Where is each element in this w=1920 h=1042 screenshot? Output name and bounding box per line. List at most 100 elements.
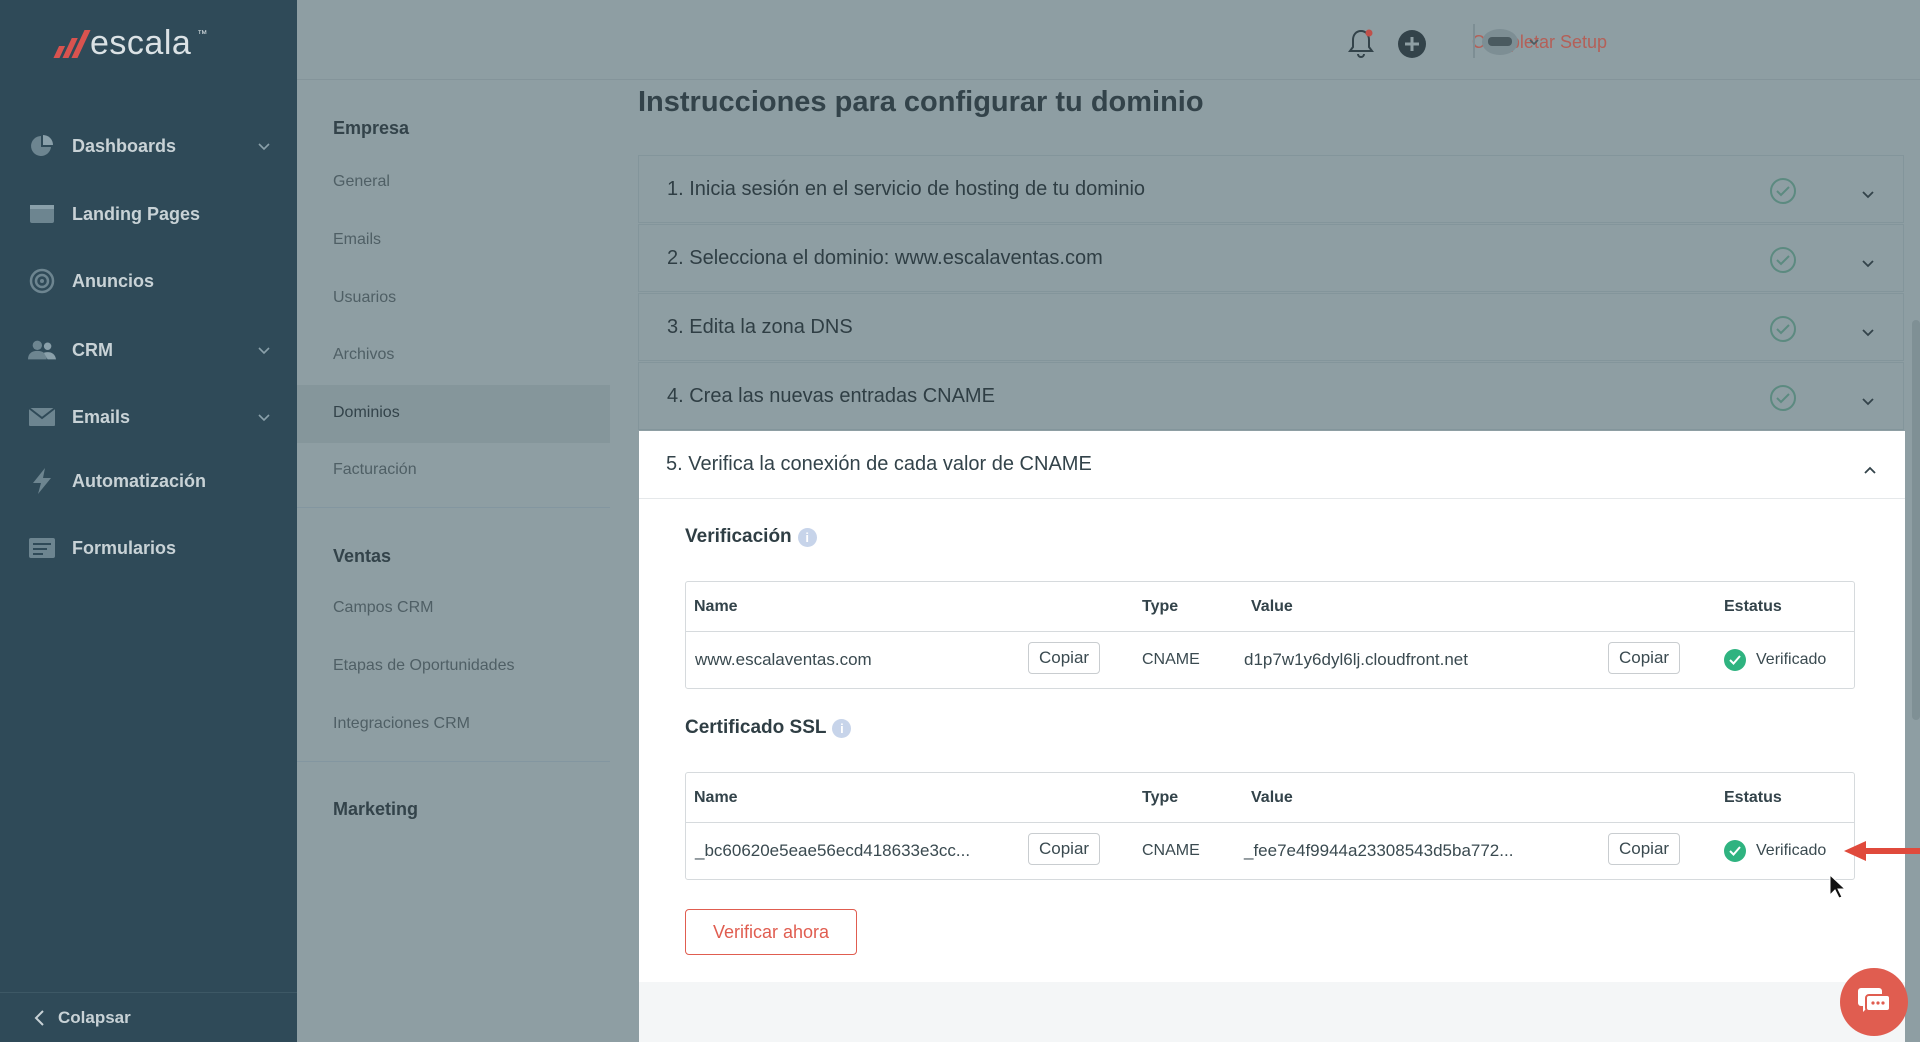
check-circle-icon — [1769, 315, 1797, 349]
subnav-heading-empresa: Empresa — [333, 118, 410, 138]
panel-footer — [639, 982, 1905, 1042]
check-circle-icon — [1724, 649, 1746, 671]
info-icon[interactable]: i — [797, 527, 817, 547]
subnav-item-archivos[interactable]: Archivos — [333, 346, 394, 364]
logo-trademark: ™ — [197, 29, 208, 40]
table-header: Name Type Value Estatus — [686, 773, 1854, 823]
sidebar-item-crm[interactable]: CRM — [0, 325, 297, 375]
mouse-cursor-icon — [1829, 874, 1845, 899]
subnav-divider — [297, 761, 610, 762]
section-title-text: Verificación — [685, 526, 792, 547]
chevron-down-icon — [257, 408, 271, 429]
chat-button[interactable] — [1840, 968, 1908, 1036]
sidebar-item-landing-pages[interactable]: Landing Pages — [0, 189, 297, 239]
sidebar-item-label: Formularios — [72, 537, 177, 558]
record-type: CNAME — [1142, 651, 1200, 668]
col-type: Type — [1142, 788, 1179, 806]
copy-name-button[interactable]: Copiar — [1028, 642, 1101, 674]
sidebar-item-label: Dashboards — [72, 135, 177, 156]
copy-value-button[interactable]: Copiar — [1608, 833, 1681, 865]
record-value: _fee7e4f9944a23308543d5ba772... — [1244, 841, 1514, 860]
accordion-step-5[interactable]: 5. Verifica la conexión de cada valor de… — [639, 431, 1905, 499]
chevron-down-icon — [1529, 39, 1539, 46]
sidebar-item-label: Landing Pages — [72, 203, 201, 224]
sidebar-item-formularios[interactable]: Formularios — [0, 523, 297, 573]
info-icon[interactable]: i — [832, 718, 852, 738]
landing-page-icon — [28, 202, 56, 226]
sidebar-item-label: Anuncios — [72, 270, 155, 291]
logo-wordmark: escala — [90, 24, 192, 62]
ssl-section-title: Certificado SSL i — [685, 717, 852, 739]
verify-now-button[interactable]: Verificar ahora — [685, 909, 857, 955]
sidebar-item-dashboards[interactable]: Dashboards — [0, 121, 297, 171]
escala-logo[interactable]: escala ™ — [53, 24, 208, 63]
step-label: 1. Inicia sesión en el servicio de hosti… — [667, 177, 1146, 200]
col-status: Estatus — [1724, 788, 1782, 806]
notification-bell-icon[interactable] — [1346, 28, 1376, 65]
chevron-down-icon — [1861, 184, 1875, 207]
users-icon — [28, 338, 56, 362]
subnav-item-campos-crm[interactable]: Campos CRM — [333, 599, 433, 617]
check-circle-icon — [1724, 840, 1746, 862]
record-name: www.escalaventas.com — [695, 650, 872, 669]
chevron-down-icon — [257, 137, 271, 158]
accordion-step-5-panel: 5. Verifica la conexión de cada valor de… — [639, 431, 1905, 1042]
accordion-step-3[interactable]: 3. Edita la zona DNS — [638, 293, 1904, 361]
chevron-left-icon — [34, 1009, 44, 1026]
subnav-item-dominios[interactable]: Dominios — [297, 385, 610, 443]
record-name: _bc60620e5eae56ecd418633e3cc... — [695, 841, 971, 860]
subnav-heading-ventas: Ventas — [333, 546, 392, 566]
page-title: Instrucciones para configurar tu dominio — [638, 86, 1204, 118]
subnav-item-usuarios[interactable]: Usuarios — [333, 289, 396, 307]
sidebar-item-emails[interactable]: Emails — [0, 392, 297, 442]
status-text: Verificado — [1756, 651, 1827, 668]
col-type: Type — [1142, 597, 1179, 615]
sidebar: escala ™ Dashboards Landing Pages Anunci… — [0, 0, 297, 1042]
subnav-item-general[interactable]: General — [333, 173, 390, 191]
copy-name-button[interactable]: Copiar — [1028, 833, 1101, 865]
subnav-item-facturacion[interactable]: Facturación — [333, 461, 417, 479]
step-label: 5. Verifica la conexión de cada valor de… — [666, 453, 1092, 475]
annotation-arrow-icon — [1844, 841, 1920, 861]
col-value: Value — [1251, 597, 1293, 615]
chat-bubble-icon — [1858, 988, 1891, 1012]
pie-chart-icon — [28, 134, 56, 158]
check-circle-icon — [1769, 384, 1797, 418]
table-header: Name Type Value Estatus — [686, 582, 1854, 632]
table-row: _bc60620e5eae56ecd418633e3cc... Copiar C… — [686, 823, 1854, 879]
collapse-sidebar-button[interactable]: Colapsar — [0, 992, 297, 1042]
subnav-item-etapas[interactable]: Etapas de Oportunidades — [333, 657, 514, 675]
user-avatar[interactable] — [1478, 25, 1540, 59]
status-text: Verificado — [1756, 842, 1827, 859]
topbar-divider — [1473, 24, 1475, 58]
logo-mark-icon — [53, 29, 91, 58]
verification-table: Name Type Value Estatus www.escalaventas… — [685, 581, 1855, 689]
sidebar-item-label: Emails — [72, 406, 131, 427]
chevron-down-icon — [1861, 322, 1875, 345]
accordion-step-4[interactable]: 4. Crea las nuevas entradas CNAME — [638, 362, 1904, 430]
subnav-item-emails[interactable]: Emails — [333, 231, 381, 249]
verification-section-title: Verificación i — [685, 526, 817, 548]
settings-subnav: Empresa General Emails Usuarios Archivos… — [297, 80, 610, 1042]
sidebar-item-anuncios[interactable]: Anuncios — [0, 256, 297, 306]
avatar-icon — [1482, 29, 1518, 55]
step-label: 2. Selecciona el dominio: www.escalavent… — [667, 246, 1103, 269]
scrollbar[interactable] — [1912, 320, 1920, 720]
add-icon[interactable] — [1397, 29, 1427, 64]
status-badge: Verificado — [1724, 823, 1826, 879]
chevron-down-icon — [257, 341, 271, 362]
col-value: Value — [1251, 788, 1293, 806]
accordion-step-2[interactable]: 2. Selecciona el dominio: www.escalavent… — [638, 224, 1904, 292]
chevron-down-icon — [1861, 391, 1875, 414]
col-name: Name — [694, 788, 738, 806]
step-label: 4. Crea las nuevas entradas CNAME — [667, 384, 995, 407]
chevron-up-icon — [1863, 459, 1877, 482]
record-value: d1p7w1y6dyl6lj.cloudfront.net — [1244, 650, 1468, 669]
form-icon — [28, 536, 56, 560]
sidebar-item-automatizacion[interactable]: Automatización — [0, 456, 297, 506]
ssl-table: Name Type Value Estatus _bc60620e5eae56e… — [685, 772, 1855, 880]
subnav-item-integraciones-crm[interactable]: Integraciones CRM — [333, 715, 470, 733]
copy-value-button[interactable]: Copiar — [1608, 642, 1681, 674]
accordion-step-1[interactable]: 1. Inicia sesión en el servicio de hosti… — [638, 155, 1904, 223]
subnav-heading-marketing[interactable]: Marketing — [333, 799, 418, 820]
